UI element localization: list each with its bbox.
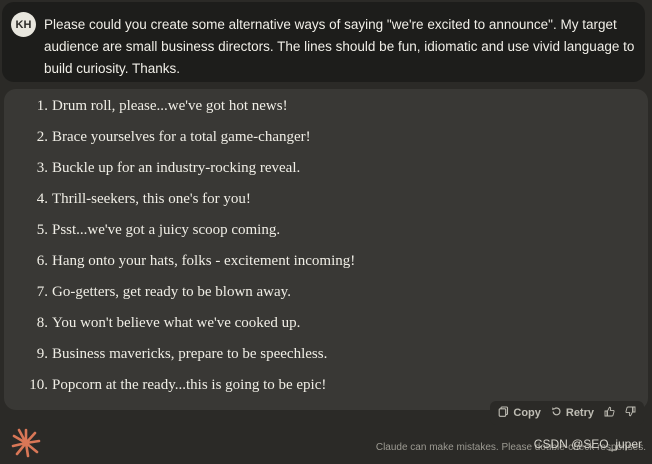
list-item-number: 5. bbox=[36, 222, 48, 238]
list-item-number: 7. bbox=[36, 284, 48, 300]
list-item-text: Popcorn at the ready...this is going to … bbox=[52, 377, 327, 393]
list-item-text: Brace yourselves for a total game-change… bbox=[52, 129, 311, 145]
user-avatar: KH bbox=[11, 12, 36, 37]
list-item: 5. Psst...we've got a juicy scoop coming. bbox=[28, 215, 355, 246]
claude-logo-icon bbox=[10, 427, 42, 459]
response-list: 1. Drum roll, please...we've got hot news… bbox=[28, 91, 355, 401]
user-message: KH Please could you create some alternat… bbox=[2, 2, 645, 82]
thumbs-down-icon[interactable] bbox=[625, 406, 636, 420]
list-item-text: You won't believe what we've cooked up. bbox=[52, 315, 301, 331]
list-item-text: Psst...we've got a juicy scoop coming. bbox=[52, 222, 281, 238]
list-item: 2. Brace yourselves for a total game-chan… bbox=[28, 122, 355, 153]
list-item-number: 9. bbox=[36, 346, 48, 362]
list-item-text: Hang onto your hats, folks - excitement … bbox=[52, 253, 356, 269]
assistant-response: 1. Drum roll, please...we've got hot news… bbox=[4, 89, 648, 410]
retry-icon bbox=[551, 406, 562, 420]
copy-button[interactable]: Copy bbox=[498, 406, 541, 420]
list-item-number: 3. bbox=[36, 160, 48, 176]
response-actions: Copy Retry bbox=[490, 401, 644, 425]
list-item: 7. Go-getters, get ready to be blown away… bbox=[28, 277, 355, 308]
list-item-text: Go-getters, get ready to be blown away. bbox=[52, 284, 291, 300]
list-item: 3. Buckle up for an industry-rocking reve… bbox=[28, 153, 355, 184]
list-item: 6. Hang onto your hats, folks - excitemen… bbox=[28, 246, 356, 277]
watermark-text: CSDN @SEO_juper bbox=[533, 437, 642, 451]
list-item-number: 1. bbox=[36, 98, 48, 114]
user-message-text: Please could you create some alternative… bbox=[44, 17, 635, 76]
thumbs-up-icon[interactable] bbox=[604, 406, 615, 420]
list-item-number: 2. bbox=[36, 129, 48, 145]
list-item-text: Drum roll, please...we've got hot news! bbox=[52, 98, 288, 114]
list-item: 4. Thrill-seekers, this one's for you! bbox=[28, 184, 355, 215]
list-item: 1. Drum roll, please...we've got hot news… bbox=[28, 91, 355, 122]
list-item-text: Thrill-seekers, this one's for you! bbox=[52, 191, 251, 207]
list-item-number: 8. bbox=[36, 315, 48, 331]
list-item-number: 4. bbox=[36, 191, 48, 207]
list-item-number: 10. bbox=[29, 377, 48, 393]
retry-label: Retry bbox=[565, 407, 594, 419]
list-item: 10. Popcorn at the ready...this is going … bbox=[28, 370, 355, 401]
copy-icon bbox=[498, 406, 509, 420]
list-item: 9. Business mavericks, prepare to be spee… bbox=[28, 339, 355, 370]
list-item-text: Business mavericks, prepare to be speech… bbox=[52, 346, 328, 362]
list-item-text: Buckle up for an industry-rocking reveal… bbox=[52, 160, 301, 176]
list-item-number: 6. bbox=[36, 253, 48, 269]
retry-button[interactable]: Retry bbox=[551, 406, 594, 420]
list-item: 8. You won't believe what we've cooked up… bbox=[28, 308, 355, 339]
copy-label: Copy bbox=[513, 407, 541, 419]
